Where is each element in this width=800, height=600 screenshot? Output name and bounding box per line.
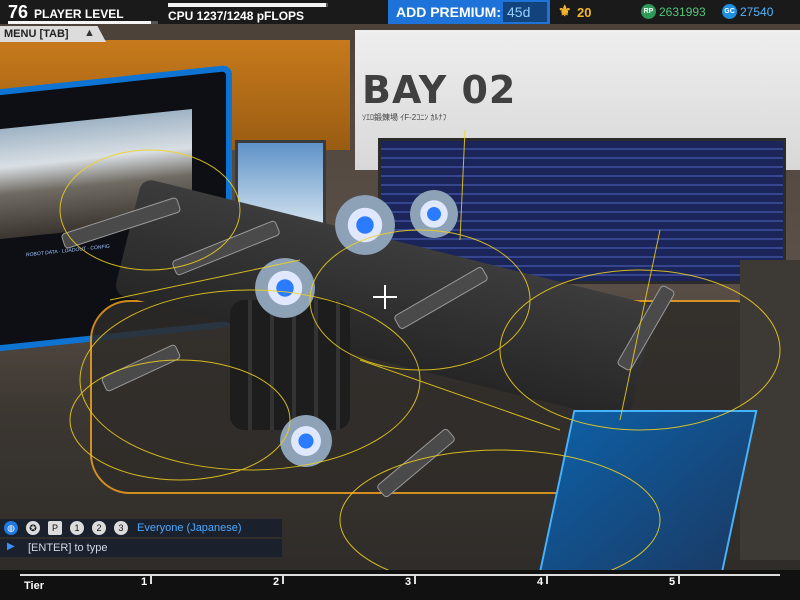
cpu-progress-fill [168, 3, 327, 7]
robot-thruster [335, 195, 395, 255]
player-level-progress [8, 21, 158, 24]
cpu-readout: CPU 1237/1248 pFLOPS [168, 9, 305, 23]
premium-days: 45d [503, 2, 547, 22]
person-icon[interactable]: ✪ [26, 521, 40, 535]
tier-badge-icon: ⚜ [558, 3, 572, 20]
rp-balance: 2631993 [659, 5, 706, 19]
premium-label: ADD PREMIUM: [396, 4, 501, 20]
tier-divider [678, 576, 680, 584]
globe-icon[interactable]: ◍ [4, 521, 18, 535]
player-level-number: 76 [8, 2, 29, 22]
tier-bar: Tier 1 2 3 4 5 [0, 570, 800, 600]
tier-divider [282, 576, 284, 584]
chat-input-placeholder: [ENTER] to type [28, 542, 108, 554]
crosshair [384, 285, 386, 309]
tier-track [20, 574, 780, 576]
chat-channel-label[interactable]: Everyone (Japanese) [137, 522, 242, 534]
menu-tab-button[interactable]: MENU [TAB] ▲ [0, 26, 106, 42]
friends-icon[interactable]: 1 [70, 521, 84, 535]
bay-sign: BAY 02 [362, 68, 517, 112]
bay-subtitle: ｿｴﾛ鍛錬場 ｲF-2ｺﾆﾝ ｶﾙﾅﾌ [362, 113, 447, 122]
cpu-progress [168, 3, 328, 7]
tier-tick: 4 [537, 576, 544, 588]
tier-divider [414, 576, 416, 584]
top-hud-bar: 76 PLAYER LEVEL CPU 1237/1248 pFLOPS ADD… [0, 0, 800, 24]
add-premium-button[interactable]: ADD PREMIUM: 45d [388, 0, 550, 24]
player-level-progress-fill [8, 21, 151, 24]
chat-channel-bar: ◍ ✪ P 1 2 3 Everyone (Japanese) [0, 519, 282, 537]
player-level-label: PLAYER LEVEL [34, 7, 124, 21]
robot-thruster [255, 258, 315, 318]
foreground-cube [536, 410, 758, 584]
tier-tick: 2 [273, 576, 280, 588]
tier-label: Tier [24, 580, 44, 592]
robot-thruster [280, 415, 332, 467]
custom-icon[interactable]: 3 [114, 521, 128, 535]
rp-currency-icon: RP [641, 4, 656, 19]
clan-icon[interactable]: 2 [92, 521, 106, 535]
robot-armor-block [230, 300, 350, 430]
chat-input[interactable]: ▶ [ENTER] to type [0, 539, 282, 557]
garage-scene: BAY 02 ｿｴﾛ鍛錬場 ｲF-2ｺﾆﾝ ｶﾙﾅﾌ ROBOT DATA · … [0, 0, 800, 600]
chat-caret-icon: ▶ [7, 541, 15, 552]
tier-divider [150, 576, 152, 584]
robot-thruster [410, 190, 458, 238]
tier-divider [546, 576, 548, 584]
triangle-up-icon: ▲ [84, 27, 95, 39]
tier-tick: 1 [141, 576, 148, 588]
tier-value: 20 [577, 5, 592, 20]
gc-currency-icon: GC [722, 4, 737, 19]
tier-tick: 5 [669, 576, 676, 588]
tier-tick: 3 [405, 576, 412, 588]
gc-balance: 27540 [740, 5, 774, 19]
party-icon[interactable]: P [48, 521, 62, 535]
menu-tab-label: MENU [TAB] [4, 28, 69, 40]
